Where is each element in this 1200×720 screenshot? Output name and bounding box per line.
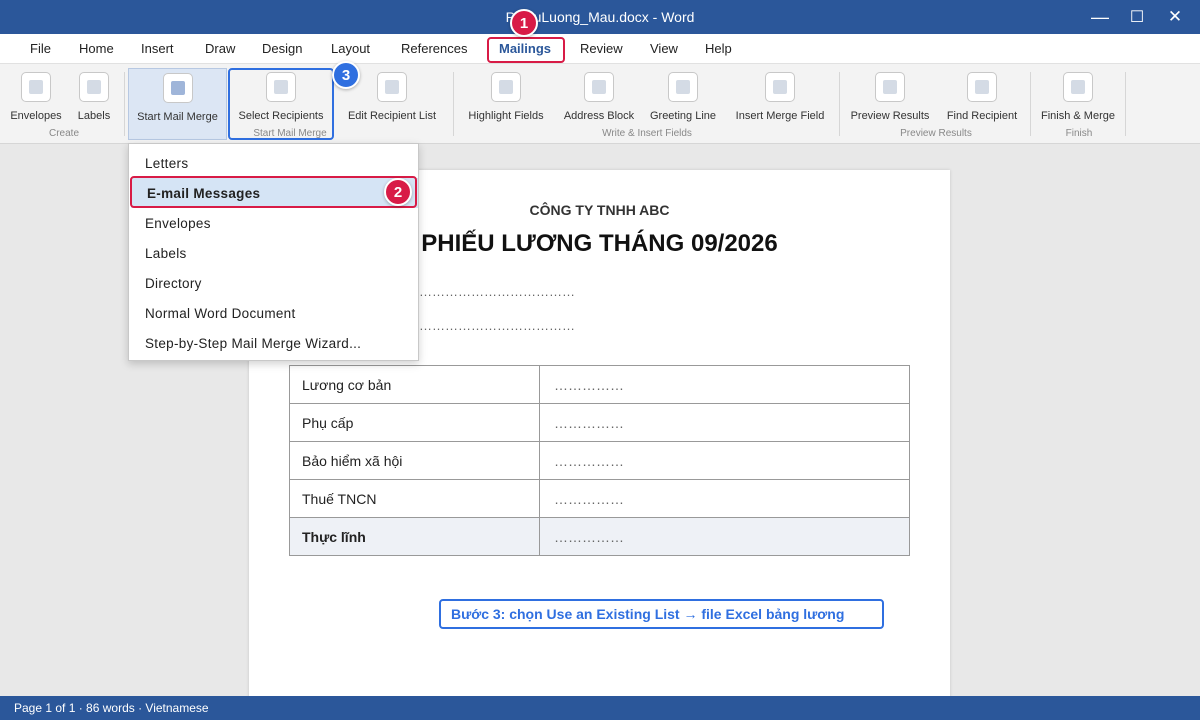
field-placeholder-2: ……………………………… [419, 318, 575, 333]
merge-field-icon [765, 72, 795, 102]
mail-merge-icon [162, 73, 193, 103]
row-value: …………… [539, 403, 910, 442]
step-3-note: Bước 3: chọn Use an Existing List → file… [439, 599, 884, 629]
minimize-button[interactable]: — [1081, 0, 1119, 34]
highlight-fields-label: Highlight Fields [468, 110, 544, 122]
row-value: …………… [539, 441, 910, 480]
group-create-label: Create [48, 128, 79, 139]
tab-layout[interactable]: Layout [331, 41, 370, 56]
tab-design[interactable]: Design [262, 41, 302, 56]
insert-merge-field-label: Insert Merge Field [735, 110, 825, 122]
address-block-icon [584, 72, 614, 102]
group-separator [1125, 72, 1126, 136]
select-recipients-highlight [228, 68, 334, 140]
table-row: Lương cơ bản …………… [289, 365, 910, 404]
row-label: Thuế TNCN [289, 479, 540, 518]
tab-file[interactable]: File [30, 41, 51, 56]
menu-item-envelopes[interactable]: Envelopes [129, 208, 418, 238]
insert-merge-field-button[interactable]: Insert Merge Field [732, 72, 828, 134]
email-messages-highlight [130, 176, 417, 208]
close-button[interactable]: ✕ [1156, 0, 1194, 34]
group-separator [124, 72, 125, 136]
payslip-table: Lương cơ bản …………… Phụ cấp …………… Bảo hiể… [289, 365, 910, 556]
group-separator [1030, 72, 1031, 136]
row-label: Bảo hiểm xã hội [289, 441, 540, 480]
greeting-line-icon [668, 72, 698, 102]
menu-item-labels[interactable]: Labels [129, 238, 418, 268]
menu-item-letters[interactable]: Letters [129, 148, 418, 178]
table-row: Thuế TNCN …………… [289, 479, 910, 518]
label-icon [79, 72, 109, 102]
window-title: PhieuLuong_Mau.docx - Word [505, 9, 695, 25]
greeting-line-button[interactable]: Greeting Line [648, 72, 718, 134]
address-block-button[interactable]: Address Block [561, 72, 637, 134]
address-block-label: Address Block [563, 110, 635, 122]
preview-icon [875, 72, 905, 102]
menu-item-mail-merge-wizard[interactable]: Step-by-Step Mail Merge Wizard... [129, 328, 418, 358]
group-separator [453, 72, 454, 136]
start-mail-merge-button[interactable]: Start Mail Merge [128, 68, 227, 140]
finish-merge-label: Finish & Merge [1041, 110, 1115, 122]
row-value: …………… [539, 479, 910, 518]
tab-review[interactable]: Review [580, 41, 623, 56]
find-recipient-button[interactable]: Find Recipient [944, 72, 1020, 134]
step-1-badge: 1 [510, 9, 538, 37]
edit-list-icon [377, 72, 407, 102]
row-value: …………… [539, 517, 910, 556]
maximize-button[interactable]: ☐ [1118, 0, 1156, 34]
highlight-icon [491, 72, 521, 102]
group-finish-label: Finish [1065, 128, 1093, 139]
tab-home[interactable]: Home [79, 41, 114, 56]
group-separator [839, 72, 840, 136]
ribbon: Envelopes Labels Create Start Mail Merge… [0, 64, 1200, 144]
edit-recipient-list-label: Edit Recipient List [347, 110, 437, 122]
row-label: Thực lĩnh [289, 517, 540, 556]
row-label: Lương cơ bản [289, 365, 540, 404]
finish-merge-icon [1063, 72, 1093, 102]
table-row-total: Thực lĩnh …………… [289, 517, 910, 556]
menu-item-directory[interactable]: Directory [129, 268, 418, 298]
row-label: Phụ cấp [289, 403, 540, 442]
step-3-badge: 3 [332, 61, 360, 89]
ribbon-tabs: File Home Insert Draw Design Layout Refe… [0, 34, 1200, 64]
menu-item-normal-word-document[interactable]: Normal Word Document [129, 298, 418, 328]
status-bar: Page 1 of 1 · 86 words · Vietnamese [0, 696, 1200, 720]
title-bar: PhieuLuong_Mau.docx - Word — ☐ ✕ [0, 0, 1200, 34]
preview-results-label: Preview Results [850, 110, 930, 122]
step-2-badge: 2 [384, 178, 412, 206]
finish-merge-button[interactable]: Finish & Merge [1038, 72, 1118, 134]
start-mail-merge-label: Start Mail Merge [137, 111, 218, 123]
group-preview-label: Preview Results [900, 128, 972, 139]
labels-button[interactable]: Labels [74, 72, 114, 134]
table-row: Phụ cấp …………… [289, 403, 910, 442]
table-row: Bảo hiểm xã hội …………… [289, 441, 910, 480]
tab-insert[interactable]: Insert [141, 41, 174, 56]
envelopes-label: Envelopes [10, 110, 62, 122]
tab-view[interactable]: View [650, 41, 678, 56]
envelope-icon [21, 72, 51, 102]
group-write-insert-label: Write & Insert Fields [602, 128, 692, 139]
find-recipient-label: Find Recipient [946, 110, 1018, 122]
labels-label: Labels [77, 110, 111, 122]
highlight-fields-button[interactable]: Highlight Fields [466, 72, 546, 134]
tab-help[interactable]: Help [705, 41, 732, 56]
field-placeholder-1: ……………………………… [419, 284, 575, 299]
envelopes-button[interactable]: Envelopes [8, 72, 64, 134]
find-icon [967, 72, 997, 102]
mailings-tab-highlight [487, 37, 565, 63]
tab-draw[interactable]: Draw [205, 41, 235, 56]
tab-references[interactable]: References [401, 41, 467, 56]
preview-results-button[interactable]: Preview Results [848, 72, 932, 134]
row-value: …………… [539, 365, 910, 404]
greeting-line-label: Greeting Line [649, 110, 717, 122]
